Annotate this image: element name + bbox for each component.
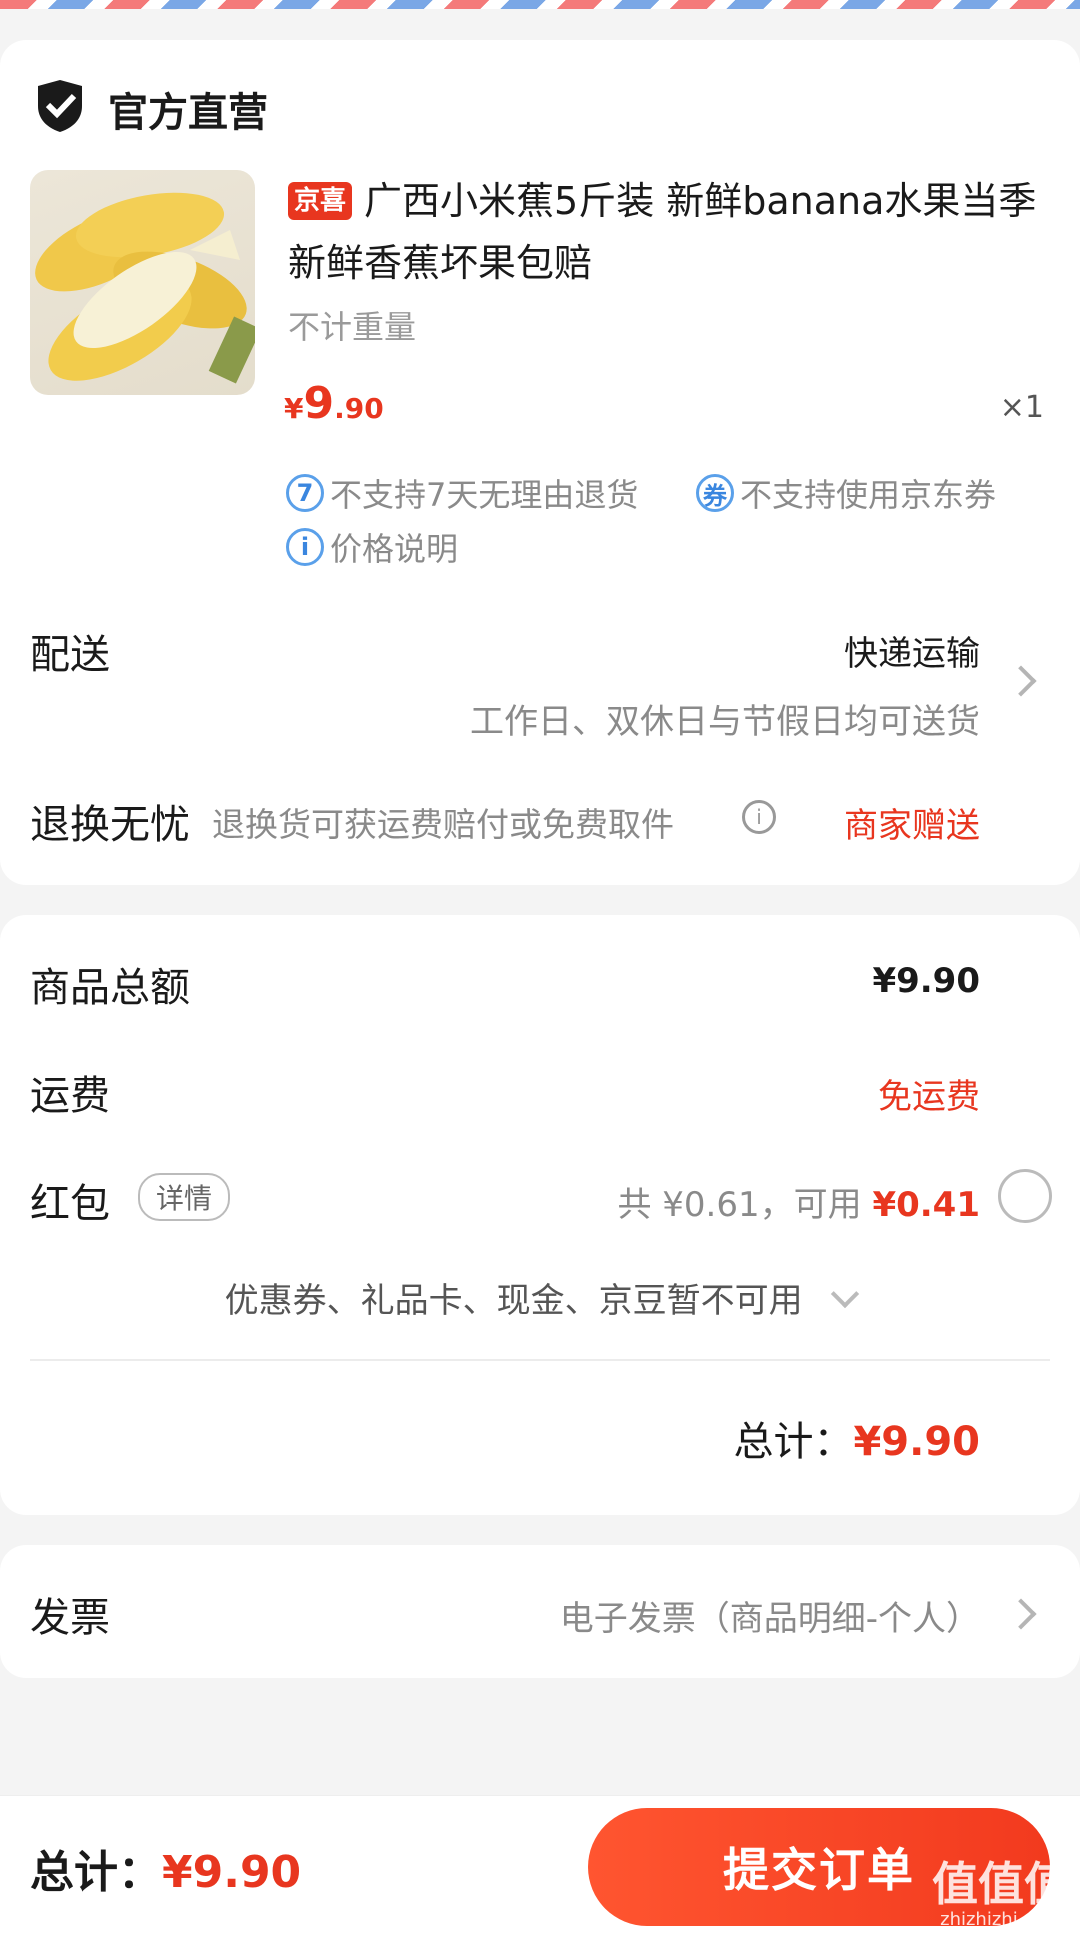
summary-total: 总计：¥9.90: [733, 1409, 980, 1467]
shop-type-label: 官方直营: [108, 90, 268, 136]
price-currency: ¥: [284, 392, 304, 425]
chevron-right-icon: [1005, 1598, 1037, 1630]
shipping-label: 运费: [30, 1073, 110, 1119]
product-price: ¥9.90: [284, 378, 384, 429]
summary-total-label: 总计：: [733, 1419, 854, 1465]
notice-no-7day-return[interactable]: 7 不支持7天无理由退货: [286, 470, 638, 516]
returns-desc: 退换货可获运费赔付或免费取件: [212, 805, 674, 844]
product-card: 官方直营 京喜 广西小米蕉5斤装 新鲜banana水果当季新鲜香蕉坏果包赔 不计重…: [0, 40, 1080, 885]
redpacket-total: 共 ¥0.61，可用: [617, 1185, 862, 1225]
unavailable-expand[interactable]: 优惠券、礼品卡、现金、京豆暂不可用: [0, 1273, 1080, 1322]
footer-total: 总计：¥9.90: [30, 1836, 301, 1900]
product-image[interactable]: [30, 170, 255, 395]
summary-total-value: ¥9.90: [853, 1419, 980, 1465]
notice-text: 价格说明: [330, 530, 459, 568]
footer-total-value: ¥9.90: [162, 1847, 302, 1898]
returns-value: 商家赠送: [844, 806, 980, 846]
no-coupon-icon: 券: [696, 474, 734, 512]
product-spec: 不计重量: [288, 308, 417, 346]
chevron-right-icon: [1005, 665, 1037, 697]
delivery-note: 工作日、双休日与节假日均可送货: [470, 702, 980, 742]
goods-total-label: 商品总额: [30, 965, 190, 1011]
unavailable-text: 优惠券、礼品卡、现金、京豆暂不可用: [224, 1281, 803, 1321]
notice-text: 不支持使用京东券: [740, 476, 997, 514]
jingxi-badge: 京喜: [288, 182, 353, 220]
returns-label: 退换无忧: [30, 802, 190, 848]
divider: [30, 1359, 1050, 1361]
invoice-row[interactable]: 发票 电子发票（商品明细-个人）: [0, 1545, 1080, 1678]
price-explanation-link[interactable]: i 价格说明: [286, 524, 458, 570]
price-integer: 9: [303, 378, 335, 429]
shipping-value: 免运费: [878, 1077, 980, 1117]
watermark-url: zhizhizhi.com: [940, 1909, 1062, 1930]
invoice-value: 电子发票（商品明细-个人）: [559, 1599, 980, 1639]
info-icon: i: [286, 528, 324, 566]
redpacket-detail-button[interactable]: 详情: [138, 1173, 231, 1221]
product-title[interactable]: 京喜 广西小米蕉5斤装 新鲜banana水果当季新鲜香蕉坏果包赔: [288, 170, 1058, 294]
airmail-border: [0, 0, 1080, 9]
invoice-label: 发票: [30, 1595, 110, 1641]
no-return-icon: 7: [286, 474, 324, 512]
notice-no-coupon[interactable]: 券 不支持使用京东券: [696, 470, 996, 516]
price-decimal: .90: [334, 392, 384, 425]
checkout-bar: 总计：¥9.90 提交订单 值值值 zhizhizhi.com: [0, 1795, 1080, 1938]
delivery-method: 快递运输: [844, 634, 980, 674]
notice-text: 不支持7天无理由退货: [330, 476, 639, 514]
chevron-down-icon: [831, 1279, 860, 1309]
redpacket-radio[interactable]: [998, 1169, 1052, 1223]
watermark: 值值值 zhizhizhi.com: [932, 1859, 1070, 1930]
redpacket-available: ¥0.41: [872, 1185, 980, 1225]
watermark-logo: 值值值: [932, 1857, 1070, 1911]
shield-check-icon: [32, 78, 88, 138]
redpacket-label: 红包: [30, 1181, 110, 1227]
product-title-text: 广西小米蕉5斤装 新鲜banana水果当季新鲜香蕉坏果包赔: [288, 179, 1037, 285]
goods-total-value: ¥9.90: [872, 961, 980, 1001]
redpacket-info: 共 ¥0.61，可用 ¥0.41: [617, 1177, 980, 1226]
footer-total-label: 总计：: [30, 1847, 162, 1898]
delivery-label: 配送: [30, 632, 110, 678]
info-icon[interactable]: i: [742, 800, 776, 834]
summary-card: 商品总额 ¥9.90 运费 免运费 红包 详情 共 ¥0.61，可用 ¥0.41…: [0, 915, 1080, 1515]
product-quantity: ×1: [999, 390, 1044, 425]
